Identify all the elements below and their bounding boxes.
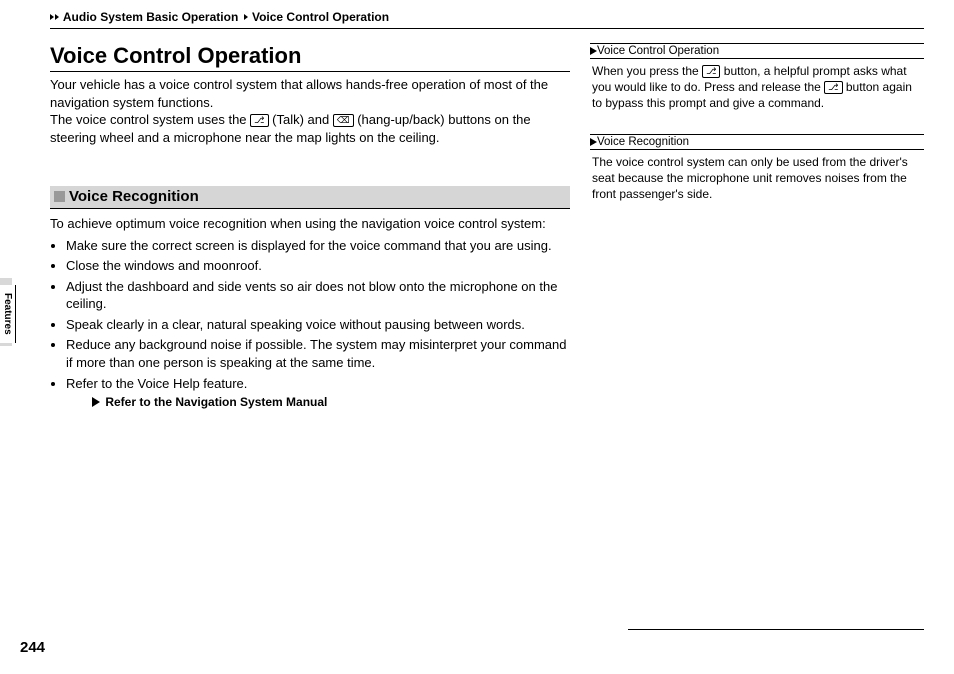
sidebar-footer-rule xyxy=(628,629,924,630)
list-item: Make sure the correct screen is displaye… xyxy=(66,237,570,255)
tips-list: Make sure the correct screen is displaye… xyxy=(50,237,570,392)
intro-text: (Talk) and xyxy=(269,112,333,127)
chevron-right-icon xyxy=(55,14,59,20)
chevron-right-icon xyxy=(50,14,54,20)
section-header: Voice Recognition xyxy=(50,186,570,209)
page-number: 244 xyxy=(20,639,45,656)
sidebar-heading: Voice Control Operation xyxy=(590,43,924,59)
intro-paragraph: Your vehicle has a voice control system … xyxy=(50,76,570,146)
talk-button-icon: ⎇ xyxy=(250,114,268,127)
list-item: Close the windows and moonroof. xyxy=(66,257,570,275)
sidebar-heading: Voice Recognition xyxy=(590,134,924,150)
list-item: Refer to the Voice Help feature. xyxy=(66,375,570,393)
hangup-button-icon: ⌫ xyxy=(333,114,354,127)
breadcrumb-part: Voice Control Operation xyxy=(252,10,389,24)
talk-button-icon: ⎇ xyxy=(824,81,842,94)
intro-text: The voice control system uses the xyxy=(50,112,250,127)
sidebar-column: Voice Control Operation When you press t… xyxy=(590,43,924,409)
intro-text: Your vehicle has a voice control system … xyxy=(50,77,548,110)
manual-page: Audio System Basic Operation Voice Contr… xyxy=(0,0,954,674)
square-bullet-icon xyxy=(54,191,65,202)
page-title: Voice Control Operation xyxy=(50,43,570,72)
reference-arrow-icon xyxy=(92,397,100,407)
section-title: Voice Recognition xyxy=(69,188,199,205)
breadcrumb: Audio System Basic Operation Voice Contr… xyxy=(50,10,924,29)
list-item: Adjust the dashboard and side vents so a… xyxy=(66,278,570,313)
chevron-right-icon xyxy=(244,14,248,20)
sidebar-body: The voice control system can only be use… xyxy=(590,154,924,203)
reference-arrow-icon xyxy=(590,47,597,55)
list-item: Speak clearly in a clear, natural speaki… xyxy=(66,316,570,334)
breadcrumb-part: Audio System Basic Operation xyxy=(63,10,238,24)
sidebar-title-text: Voice Control Operation xyxy=(597,45,719,57)
section-lead: To achieve optimum voice recognition whe… xyxy=(50,215,570,233)
section-tab-label: Features xyxy=(0,285,16,343)
talk-button-icon: ⎇ xyxy=(702,65,720,78)
cross-reference: Refer to the Navigation System Manual xyxy=(92,395,570,409)
main-column: Voice Control Operation Your vehicle has… xyxy=(50,43,570,409)
sidebar-body: When you press the ⎇ button, a helpful p… xyxy=(590,63,924,112)
reference-arrow-icon xyxy=(590,138,597,146)
list-item: Reduce any background noise if possible.… xyxy=(66,336,570,371)
reference-text: Refer to the Navigation System Manual xyxy=(105,395,327,409)
sidebar-text: When you press the xyxy=(592,64,702,78)
sidebar-title-text: Voice Recognition xyxy=(597,136,689,148)
